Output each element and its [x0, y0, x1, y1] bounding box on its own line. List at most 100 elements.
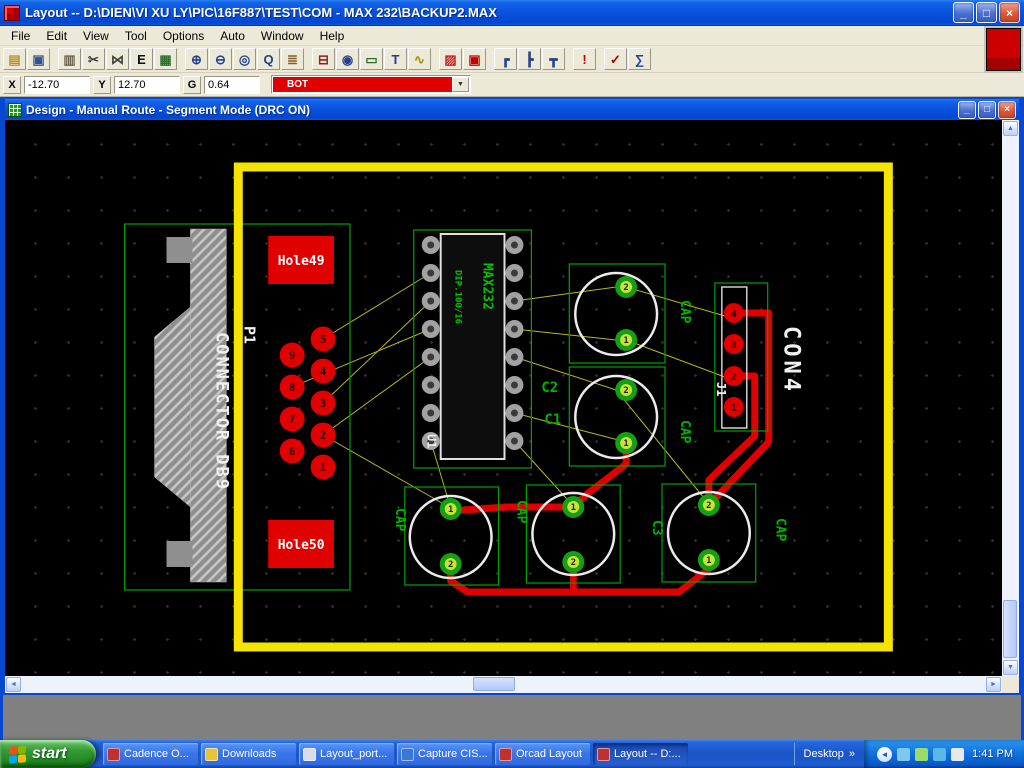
pcb-drawing[interactable]: Hole49 Hole50 P1 CONNECTOR DB9 5 4 3 2 1 [5, 120, 1002, 676]
c1-refdes-label: C1 [544, 412, 561, 428]
menu-view[interactable]: View [75, 27, 117, 45]
add-edit-route-mode-button[interactable]: ┏ [494, 48, 517, 70]
taskbar-button-cadence[interactable]: Cadence O... [103, 743, 198, 765]
tray-display-icon[interactable] [897, 747, 911, 761]
u1-refdes-label: U1 [425, 434, 439, 448]
design-minimize-button[interactable]: _ [958, 100, 976, 119]
pad-number: 7 [289, 413, 296, 426]
x-coordinate-input[interactable] [24, 75, 90, 94]
y-coordinate-input[interactable] [114, 75, 180, 94]
component-tool-button[interactable]: ⊟ [312, 48, 335, 70]
menu-tool[interactable]: Tool [117, 27, 155, 45]
spreadsheet-button[interactable]: ▦ [154, 48, 177, 70]
pad-number: 3 [320, 397, 327, 410]
find-button[interactable]: ⋈ [106, 48, 129, 70]
pad-number: 1 [448, 505, 453, 515]
menu-auto[interactable]: Auto [212, 27, 253, 45]
vertical-scrollbar-thumb[interactable] [1003, 600, 1017, 658]
delete-mode-button[interactable]: ✂ [82, 48, 105, 70]
component-j1-con4[interactable]: 4 3 2 1 J1 CON4 [714, 282, 804, 432]
tray-volume-icon[interactable] [951, 747, 965, 761]
layer-select[interactable]: BOT ▼ [271, 75, 471, 94]
scroll-right-button[interactable]: ► [986, 677, 1001, 692]
component-u1-max232[interactable]: DIP.100/16 MAX232 U1 [413, 229, 533, 469]
menu-edit[interactable]: Edit [38, 27, 75, 45]
taskbar-clock: 1:41 PM [972, 748, 1013, 760]
cadence-icon [107, 747, 120, 761]
menu-options[interactable]: Options [155, 27, 212, 45]
toolbar-separator [597, 49, 603, 69]
tray-safely-remove-icon[interactable] [915, 747, 929, 761]
statistics-button[interactable]: ∑ [628, 48, 651, 70]
open-file-button[interactable]: ▤ [3, 48, 26, 70]
taskbar-button-layout-app[interactable]: Layout -- D:... [593, 743, 688, 765]
design-close-button[interactable]: × [998, 100, 1016, 119]
horizontal-scrollbar-thumb[interactable] [473, 677, 515, 691]
component-cap-bottom-middle[interactable]: 1 2 CAP [513, 484, 621, 584]
taskbar-button-capture-cis[interactable]: Capture CIS... [397, 743, 492, 765]
design-maximize-button[interactable]: □ [978, 100, 996, 119]
measurement-button[interactable]: ≣ [281, 48, 304, 70]
taskbar: start Cadence O... Downloads Layout_port..… [0, 740, 1024, 768]
start-button[interactable]: start [0, 740, 96, 768]
db9-pads[interactable]: 5 4 3 2 1 9 8 7 6 [279, 326, 336, 480]
open-file-icon: ▤ [8, 51, 21, 67]
close-button[interactable]: × [999, 2, 1020, 23]
pad-number: 1 [706, 556, 711, 566]
hole49-label: Hole49 [278, 254, 325, 269]
text-tool-icon: T [391, 51, 400, 67]
layer-dropdown-arrow-icon[interactable]: ▼ [452, 77, 469, 92]
design-rule-check-button[interactable]: ✓ [604, 48, 627, 70]
edit-mode-button[interactable]: E [130, 48, 153, 70]
zoom-in-button[interactable]: ⊕ [185, 48, 208, 70]
minimize-button[interactable]: _ [953, 2, 974, 23]
zoom-out-button[interactable]: ⊖ [209, 48, 232, 70]
desktop-toolbar[interactable]: Desktop » [793, 743, 864, 765]
menu-file[interactable]: File [3, 27, 38, 45]
j1-refdes-label: J1 [714, 382, 728, 396]
menu-window[interactable]: Window [253, 27, 312, 45]
scroll-left-button[interactable]: ◄ [6, 677, 21, 692]
pad-number: 4 [320, 365, 327, 378]
pcb-design-canvas[interactable]: Hole49 Hole50 P1 CONNECTOR DB9 5 4 3 2 1 [5, 120, 1002, 676]
component-c1-cap[interactable]: 2 1 C1 CAP [544, 366, 692, 467]
desktop-toolbar-chevron-icon[interactable]: » [849, 748, 855, 760]
taskbar-button-label: Layout_port... [320, 748, 388, 760]
pin-tool-button[interactable]: ◉ [336, 48, 359, 70]
component-cap-bottom-left[interactable]: 1 2 CAP [392, 486, 500, 586]
taskbar-button-layout-doc[interactable]: Layout_port... [299, 743, 394, 765]
scroll-down-button[interactable]: ▼ [1003, 660, 1018, 675]
zoom-all-button[interactable]: ◎ [233, 48, 256, 70]
obstacle-tool-button[interactable]: ▭ [360, 48, 383, 70]
connection-tool-button[interactable]: ∿ [408, 48, 431, 70]
pad-number: 2 [571, 558, 576, 568]
con4-pads[interactable]: 4 3 2 1 [723, 303, 744, 417]
color-settings-button[interactable]: ▨ [439, 48, 462, 70]
library-manager-button[interactable]: ▥ [58, 48, 81, 70]
taskbar-button-downloads-folder[interactable]: Downloads [201, 743, 296, 765]
online-drc-button[interactable]: ▣ [463, 48, 486, 70]
add-edit-route-mode-icon: ┏ [501, 51, 510, 67]
hidden-icons-chevron-icon[interactable]: ◄ [877, 746, 893, 762]
maximize-button[interactable]: □ [976, 2, 997, 23]
vertical-scrollbar[interactable]: ▲ ▼ [1002, 120, 1019, 676]
tray-network-icon[interactable] [933, 747, 947, 761]
horizontal-scrollbar[interactable]: ◄ ► [5, 676, 1002, 693]
taskbar-button-orcad-layout[interactable]: Orcad Layout [495, 743, 590, 765]
save-file-button[interactable]: ▣ [27, 48, 50, 70]
trace[interactable] [447, 503, 577, 515]
design-window-icon [8, 102, 22, 117]
edit-segment-mode-button[interactable]: ┳ [542, 48, 565, 70]
error-marker-button[interactable]: ! [573, 48, 596, 70]
query-button[interactable]: Q [257, 48, 280, 70]
menu-help[interactable]: Help [312, 27, 353, 45]
toolbar: ▤ ▣ ▥ ✂ ⋈ E ▦ ⊕ ⊖ ◎ Q ≣ ⊟ ◉ ▭ T ∿ ▨ ▣ ┏ ┣ ┳! ✓ ∑ [0, 46, 1024, 73]
shove-track-mode-button[interactable]: ┣ [518, 48, 541, 70]
obstacle-tool-icon: ▭ [365, 51, 378, 67]
text-tool-button[interactable]: T [384, 48, 407, 70]
scroll-up-button[interactable]: ▲ [1003, 121, 1018, 136]
toolbar-separator [432, 49, 438, 69]
grid-value-input[interactable] [204, 75, 260, 94]
active-layer-swatch: BOT [273, 77, 452, 92]
pin-tool-icon: ◉ [341, 51, 354, 67]
